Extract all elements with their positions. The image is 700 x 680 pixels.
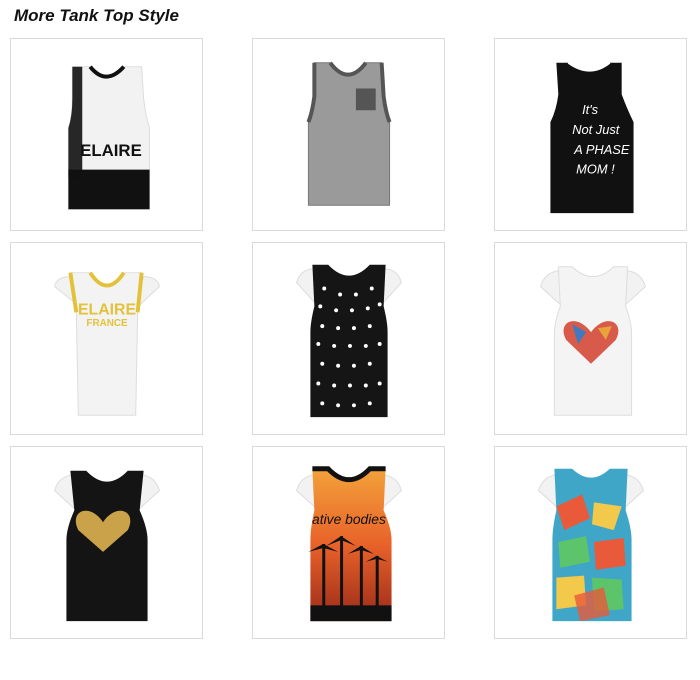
tank-top-white-black-image: ELAIRE — [67, 65, 151, 210]
tank-top-black-phase-image: It's Not Just A PHASE MOM ! — [550, 61, 634, 214]
tank-4-print-line-2: FRANCE — [86, 318, 128, 329]
tank-top-sunset-palms-image: ative bodies — [295, 466, 403, 622]
tank-top-white-gold-image: ELAIRE FRANCE — [53, 271, 160, 416]
product-card-tank-1[interactable]: ELAIRE — [10, 38, 203, 231]
tank-top-white-heart-image — [539, 266, 646, 416]
product-card-tank-8[interactable]: ative bodies — [252, 446, 445, 639]
tank-4-print-line-1: ELAIRE — [78, 301, 136, 318]
page-title: More Tank Top Style — [14, 6, 179, 25]
product-card-tank-7[interactable] — [10, 446, 203, 639]
tank-3-print-line-1: It's — [582, 102, 599, 117]
product-card-tank-3[interactable]: It's Not Just A PHASE MOM ! — [494, 38, 687, 231]
tank-8-print-text: ative bodies — [312, 511, 386, 527]
tank-top-grey-pocket-image — [306, 61, 392, 206]
product-card-tank-5[interactable] — [252, 242, 445, 435]
tank-top-black-gold-heart-image — [53, 470, 161, 622]
tank-3-print-line-4: MOM ! — [576, 162, 615, 177]
tank-top-black-hearts-image — [295, 264, 402, 418]
tank-3-print-line-3: A PHASE — [573, 142, 630, 157]
tank-1-print-text: ELAIRE — [80, 141, 142, 160]
tank-top-dinosaur-print-image — [537, 468, 645, 622]
product-card-tank-4[interactable]: ELAIRE FRANCE — [10, 242, 203, 435]
product-card-tank-2[interactable] — [252, 38, 445, 231]
product-card-tank-9[interactable] — [494, 446, 687, 639]
product-card-tank-6[interactable] — [494, 242, 687, 435]
tank-3-print-line-2: Not Just — [572, 122, 621, 137]
